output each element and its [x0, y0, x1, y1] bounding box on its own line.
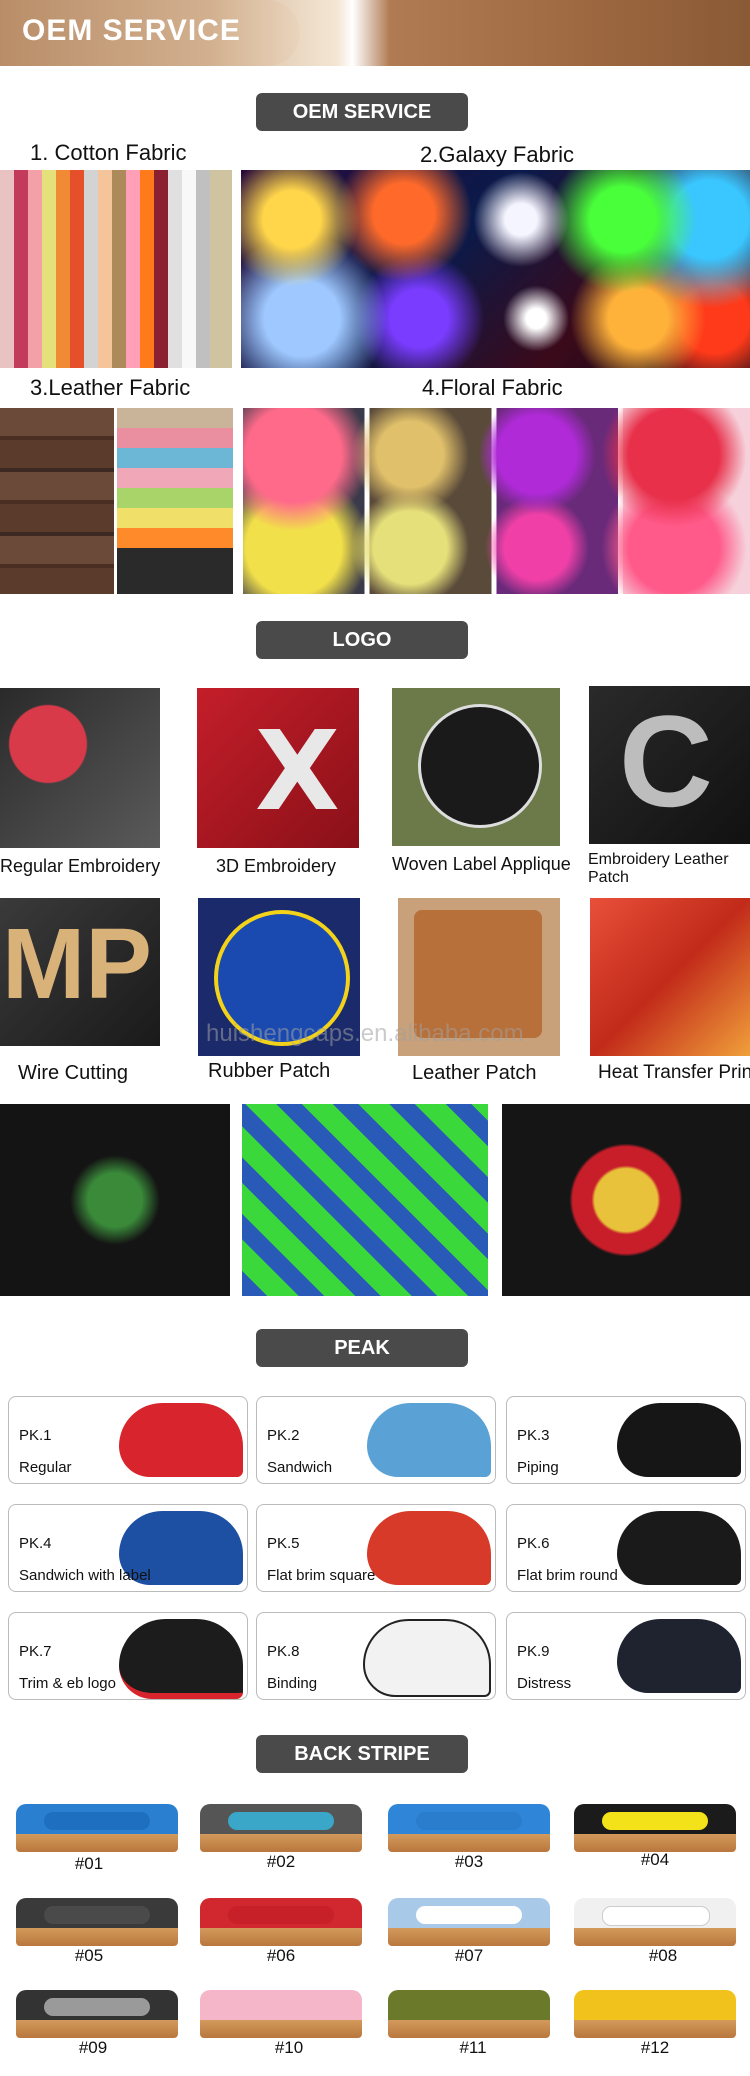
- section-title-peak: PEAK: [256, 1329, 468, 1367]
- peak-name: Binding: [267, 1675, 318, 1692]
- peak-card: PK.7 Trim & eb logo: [8, 1612, 248, 1700]
- mp-letters-icon: MP: [2, 908, 152, 1020]
- stripe-number: #12: [640, 2038, 670, 2057]
- leather-fabric-image-colors: [117, 408, 233, 594]
- peak-code: PK.8: [267, 1643, 300, 1660]
- logo-label: Regular Embroidery: [0, 856, 161, 876]
- peak-code: PK.9: [517, 1643, 550, 1660]
- peak-name: Regular: [19, 1459, 72, 1476]
- stripe-number: #07: [454, 1946, 484, 1965]
- logo-label: Embroidery Leather Patch: [588, 851, 729, 886]
- cap-icon: [119, 1619, 243, 1699]
- stripe-number: #03: [454, 1852, 484, 1871]
- peak-name: Piping: [517, 1459, 559, 1476]
- cap-icon: [363, 1619, 491, 1697]
- galaxy-fabric-image: [241, 170, 750, 368]
- stripe-number: #01: [74, 1854, 104, 1873]
- cap-icon: [367, 1511, 491, 1585]
- section-title-oem: OEM SERVICE: [256, 93, 468, 131]
- back-stripe-image: [388, 1990, 550, 2038]
- back-stripe-image: [388, 1804, 550, 1852]
- peak-name: Distress: [517, 1675, 572, 1692]
- back-stripe-image: [16, 1990, 178, 2038]
- peak-code: PK.2: [267, 1427, 300, 1444]
- peak-code: PK.5: [267, 1535, 300, 1552]
- peak-card: PK.6 Flat brim round: [506, 1504, 746, 1592]
- stripe-number: #11: [459, 2038, 487, 2057]
- peak-name: Trim & eb logo: [19, 1675, 116, 1692]
- back-stripe-image: [200, 1990, 362, 2038]
- peak-card: PK.1 Regular: [8, 1396, 248, 1484]
- fabric-label: 3.Leather Fabric: [30, 375, 191, 400]
- logo-label: Heat Transfer Printing: [598, 1062, 750, 1083]
- woven-label-applique-image: [392, 688, 560, 846]
- logo-label: 3D Embroidery: [216, 856, 337, 876]
- back-stripe-image: [200, 1898, 362, 1946]
- fabric-label: 1. Cotton Fabric: [30, 140, 187, 165]
- peak-code: PK.3: [517, 1427, 550, 1444]
- woven-badge-icon: [418, 704, 542, 828]
- fabric-label: 4.Floral Fabric: [422, 375, 563, 400]
- peak-name: Sandwich with label: [19, 1567, 151, 1584]
- cap-icon: [119, 1403, 243, 1477]
- peak-card: PK.8 Binding: [256, 1612, 496, 1700]
- c-letter-icon: C: [619, 688, 713, 834]
- stripe-number: #04: [640, 1850, 670, 1869]
- peak-card: PK.5 Flat brim square: [256, 1504, 496, 1592]
- stripe-number: #05: [74, 1946, 104, 1965]
- watermark: huishengcaps.en.alibaba.com: [206, 1020, 524, 1047]
- logo-label: Leather Patch: [412, 1062, 537, 1084]
- peak-code: PK.6: [517, 1535, 550, 1552]
- back-stripe-image: [574, 1990, 736, 2038]
- embroidery-sample-image: [242, 1104, 488, 1296]
- fabric-label: 2.Galaxy Fabric: [420, 142, 575, 167]
- stripe-number: #08: [648, 1946, 678, 1965]
- back-stripe-image: [16, 1804, 178, 1852]
- cap-icon: [617, 1511, 741, 1585]
- header-title: OEM SERVICE: [22, 14, 241, 47]
- stripe-number: #02: [266, 1852, 296, 1871]
- logo-label: Woven Label Applique: [392, 854, 571, 874]
- cap-icon: [617, 1619, 741, 1693]
- back-stripe-image: [574, 1898, 736, 1946]
- heat-transfer-printing-image: [590, 898, 750, 1056]
- floral-fabric-image: [243, 408, 750, 594]
- logo-label: Rubber Patch: [208, 1060, 331, 1082]
- peak-card: PK.9 Distress: [506, 1612, 746, 1700]
- leather-square-icon: [414, 910, 542, 1038]
- peak-name: Flat brim square: [267, 1567, 376, 1584]
- back-stripe-image: [200, 1804, 362, 1852]
- peak-code: PK.7: [19, 1643, 52, 1660]
- wire-cutting-image: MP: [0, 898, 160, 1046]
- x-icon: X: [255, 707, 340, 835]
- leather-fabric-image-dark: [0, 408, 114, 594]
- stripe-number: #09: [78, 2038, 108, 2057]
- section-title-logo: LOGO: [256, 621, 468, 659]
- peak-name: Flat brim round: [517, 1567, 618, 1584]
- back-stripe-image: [388, 1898, 550, 1946]
- cap-icon: [367, 1403, 491, 1477]
- peak-code: PK.4: [19, 1535, 52, 1552]
- stripe-number: #10: [274, 2038, 304, 2057]
- peak-name: Sandwich: [267, 1459, 333, 1476]
- regular-embroidery-image: [0, 688, 160, 848]
- peak-card: PK.4 Sandwich with label: [8, 1504, 248, 1592]
- stripe-number: #06: [266, 1946, 296, 1965]
- section-title-back-stripe: BACK STRIPE: [256, 1735, 468, 1773]
- header-banner: OEM SERVICE: [0, 0, 750, 66]
- back-stripe-image: [16, 1898, 178, 1946]
- 3d-embroidery-image: X: [197, 688, 359, 848]
- back-stripe-image: [574, 1804, 736, 1852]
- peak-card: PK.2 Sandwich: [256, 1396, 496, 1484]
- cotton-fabric-image: [0, 170, 232, 368]
- embroidery-sample-image: [502, 1104, 750, 1296]
- peak-card: PK.3 Piping: [506, 1396, 746, 1484]
- logo-label: Wire Cutting: [18, 1062, 129, 1084]
- embroidery-sample-image: [0, 1104, 230, 1296]
- cap-icon: [617, 1403, 741, 1477]
- embroidery-leather-patch-image: C: [589, 686, 750, 844]
- peak-code: PK.1: [19, 1427, 52, 1444]
